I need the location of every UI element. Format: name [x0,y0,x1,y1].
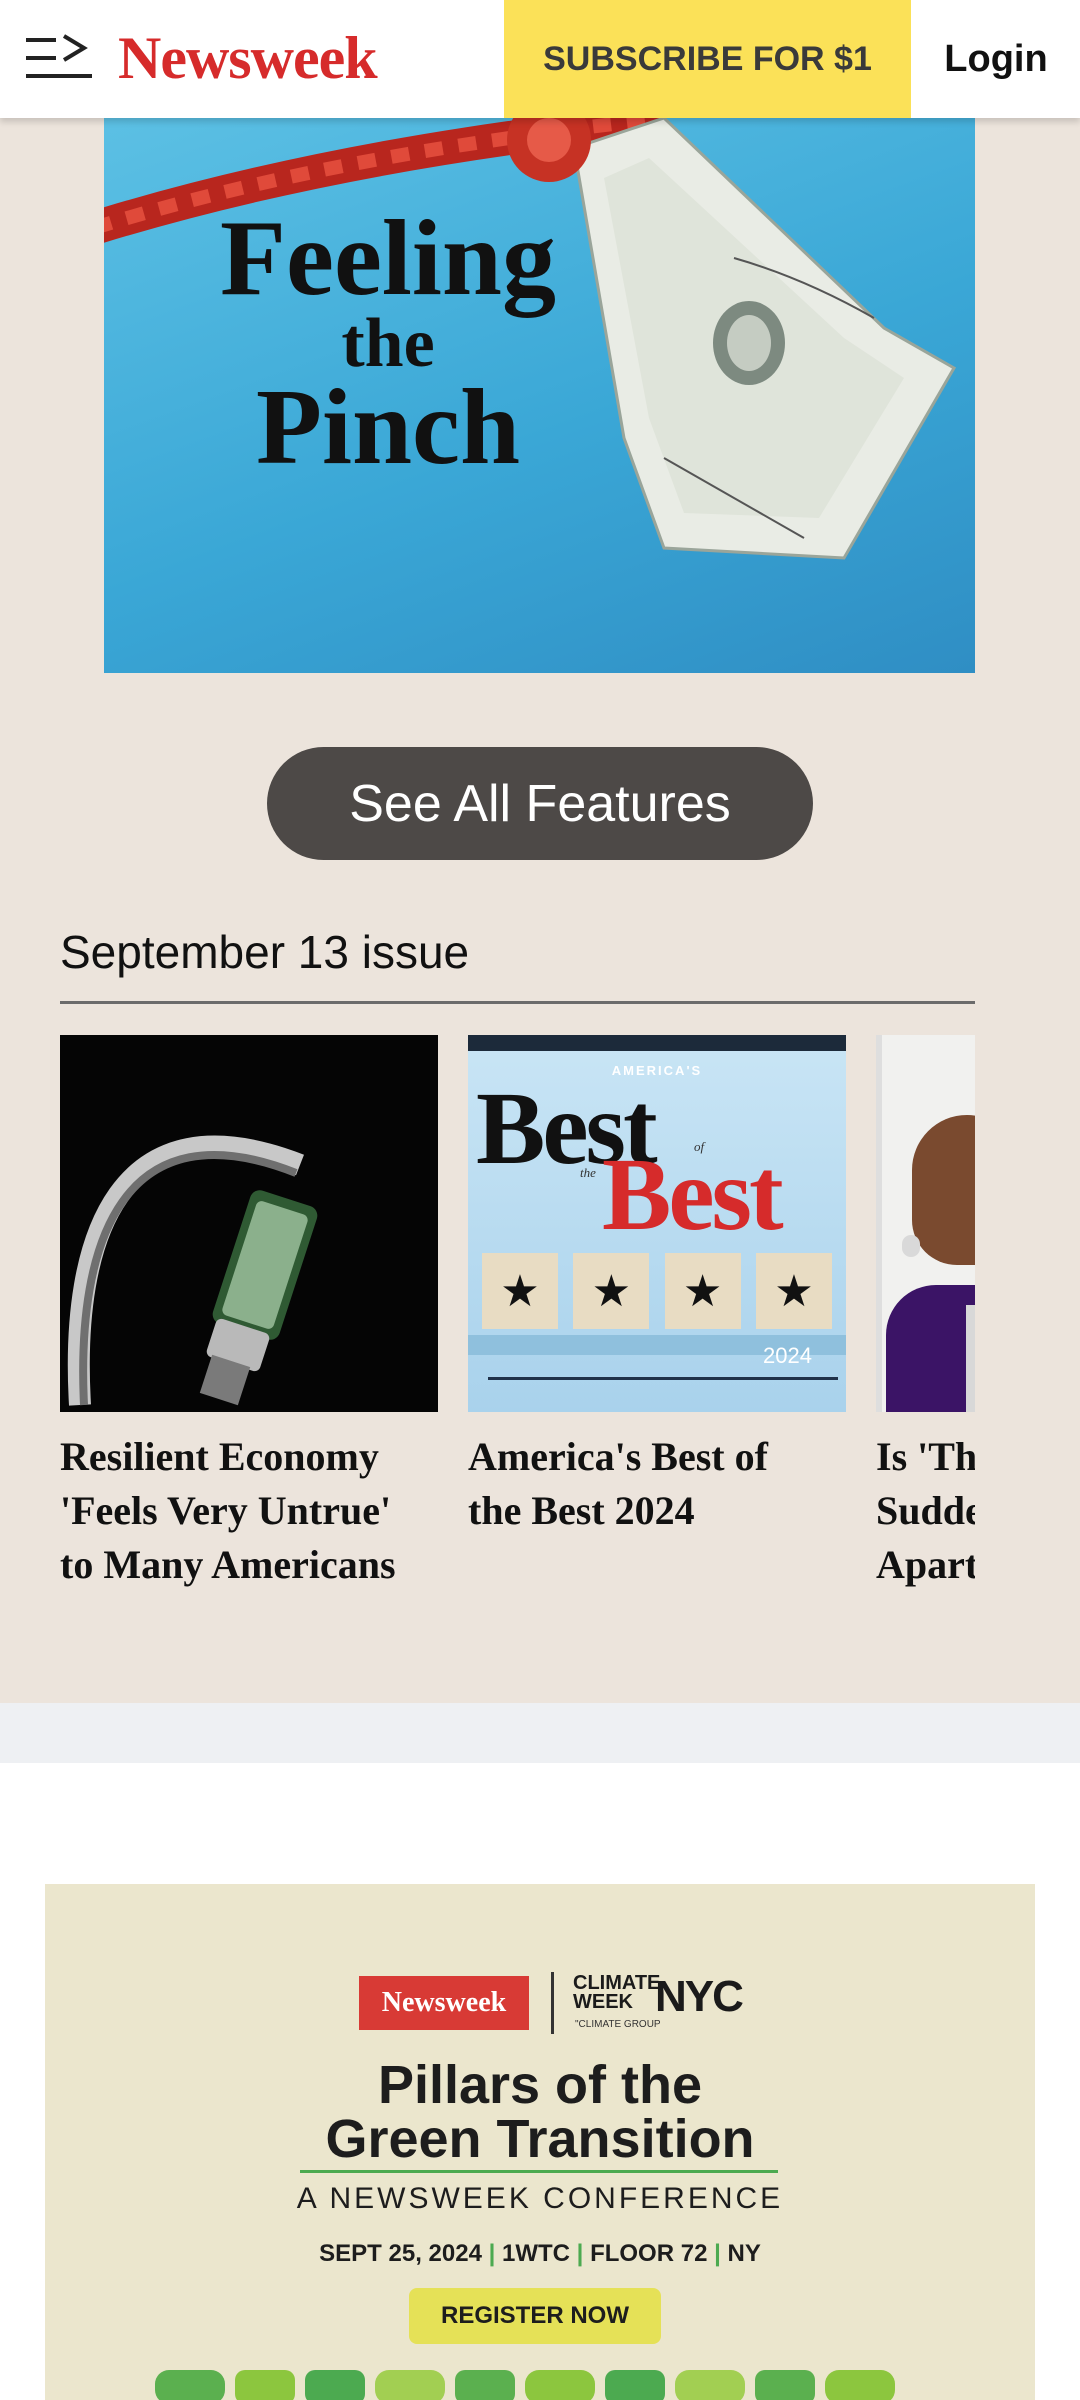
issue-heading: September 13 issue [60,926,470,978]
card-title-line: Sudde [876,1488,975,1533]
ad-rule [300,2170,778,2173]
see-all-features-button[interactable]: See All Features [267,747,813,860]
issue-divider [60,1001,975,1004]
cover-word: Best [602,1137,784,1252]
star-icon: ★ [573,1253,650,1329]
ad-venue: 1WTC [502,2240,570,2267]
climate-week-logo: CLIMATE WEEK [573,1973,660,2013]
menu-icon[interactable] [26,34,92,82]
card-title[interactable]: America's Best of the Best 2024 [468,1430,846,1538]
star-icon: ★ [664,1253,741,1329]
card-title-line: the Best 2024 [468,1488,695,1533]
nyc-wordmark: NYC [655,1972,744,2021]
ad-pillar-icons [155,2370,895,2400]
login-button[interactable]: Login [912,0,1080,118]
ad-floor: FLOOR 72 [590,2240,708,2267]
ad-headline: Green Transition [325,2109,755,2169]
card-title-line: America's Best of [468,1434,768,1479]
cover-year: 2024 [763,1343,812,1368]
card-image-portrait[interactable] [876,1035,975,1412]
issue-card[interactable]: Is 'Th Sudde Apart [876,1035,975,1592]
conference-ad[interactable]: Newsweek CLIMATE WEEK NYC "CLIMATE GROUP… [45,1884,1035,2400]
card-title-line: Apart [876,1542,975,1587]
section-separator [0,1703,1080,1763]
feature-title-line: Feeling [220,199,556,318]
ad-logo-divider [551,1972,554,2034]
card-title-line: Is 'Th [876,1434,975,1479]
site-header: Newsweek SUBSCRIBE FOR $1 Login [0,0,1080,118]
ad-event-details: SEPT 25, 2024 | 1WTC | FLOOR 72 | NY [319,2240,761,2267]
climate-line: WEEK [573,1991,633,2013]
ad-headline: Pillars of the [377,2055,703,2115]
ad-date: SEPT 25, 2024 [319,2240,482,2267]
card-title-line: Resilient Economy [60,1434,379,1479]
feature-title-line: Pinch [255,368,521,488]
cover-word: the [580,1165,596,1180]
climate-group-label: "CLIMATE GROUP [575,2019,661,2030]
card-image-best-of-best[interactable]: AMERICA'S Best of the Best ★ ★ ★ ★ 2024 [468,1035,846,1412]
card-title[interactable]: Resilient Economy 'Feels Very Untrue' to… [60,1430,438,1592]
subscribe-button[interactable]: SUBSCRIBE FOR $1 [504,0,911,118]
card-title[interactable]: Is 'Th Sudde Apart [876,1430,975,1592]
star-icon: ★ [755,1253,832,1329]
star-blocks: ★ ★ ★ ★ [482,1253,832,1335]
feature-cover-image[interactable]: Feeling the Pinch [104,118,975,673]
newsweek-logo[interactable]: Newsweek [118,24,378,93]
card-title-line: to Many Americans [60,1542,396,1587]
star-icon: ★ [482,1253,558,1329]
issue-carousel[interactable]: Resilient Economy 'Feels Very Untrue' to… [60,1035,975,1595]
feature-cover-title: Feeling the Pinch [198,199,578,488]
ad-city: NY [727,2240,761,2267]
card-title-line: 'Feels Very Untrue' [60,1488,392,1533]
card-image-economy[interactable] [60,1035,438,1412]
register-now-button[interactable]: REGISTER NOW [409,2288,661,2344]
ad-subtitle: A NEWSWEEK CONFERENCE [296,2182,784,2215]
issue-card[interactable]: Resilient Economy 'Feels Very Untrue' to… [60,1035,438,1592]
issue-card[interactable]: AMERICA'S Best of the Best ★ ★ ★ ★ 2024 … [468,1035,846,1538]
ad-newsweek-logo: Newsweek [359,1976,529,2030]
